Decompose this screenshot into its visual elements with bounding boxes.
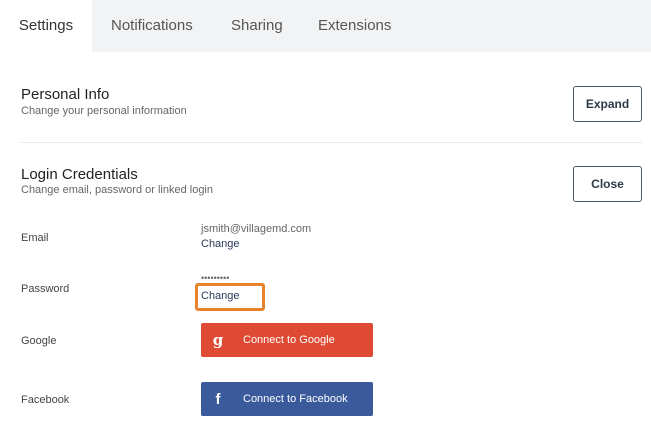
connect-facebook-button[interactable]: f Connect to Facebook [201, 382, 373, 416]
expand-button[interactable]: Expand [573, 86, 642, 122]
google-icon: g [212, 331, 224, 349]
personal-info-title: Personal Info [21, 86, 110, 103]
email-value: jsmith@villagemd.com [201, 223, 312, 235]
facebook-icon: f [215, 390, 221, 408]
tab-settings[interactable]: Settings [0, 0, 92, 52]
connect-google-button[interactable]: g Connect to Google [201, 323, 373, 357]
connect-google-label: Connect to Google [243, 334, 335, 346]
password-value: ••••••••• [201, 273, 230, 283]
section-divider [21, 142, 642, 143]
login-credentials-title: Login Credentials [21, 166, 138, 183]
tab-extensions[interactable]: Extensions [318, 0, 391, 52]
connect-facebook-label: Connect to Facebook [243, 393, 348, 405]
tab-sharing[interactable]: Sharing [231, 0, 283, 52]
email-label: Email [21, 232, 49, 244]
password-label: Password [21, 283, 70, 295]
tab-bar: Settings Notifications Sharing Extension… [0, 0, 651, 52]
facebook-label: Facebook [21, 394, 70, 406]
close-button[interactable]: Close [573, 166, 642, 202]
change-email-link[interactable]: Change [201, 238, 240, 250]
google-label: Google [21, 335, 57, 347]
highlight-box [195, 283, 265, 311]
personal-info-subtitle: Change your personal information [21, 105, 187, 117]
login-credentials-subtitle: Change email, password or linked login [21, 184, 213, 196]
tab-notifications[interactable]: Notifications [111, 0, 193, 52]
